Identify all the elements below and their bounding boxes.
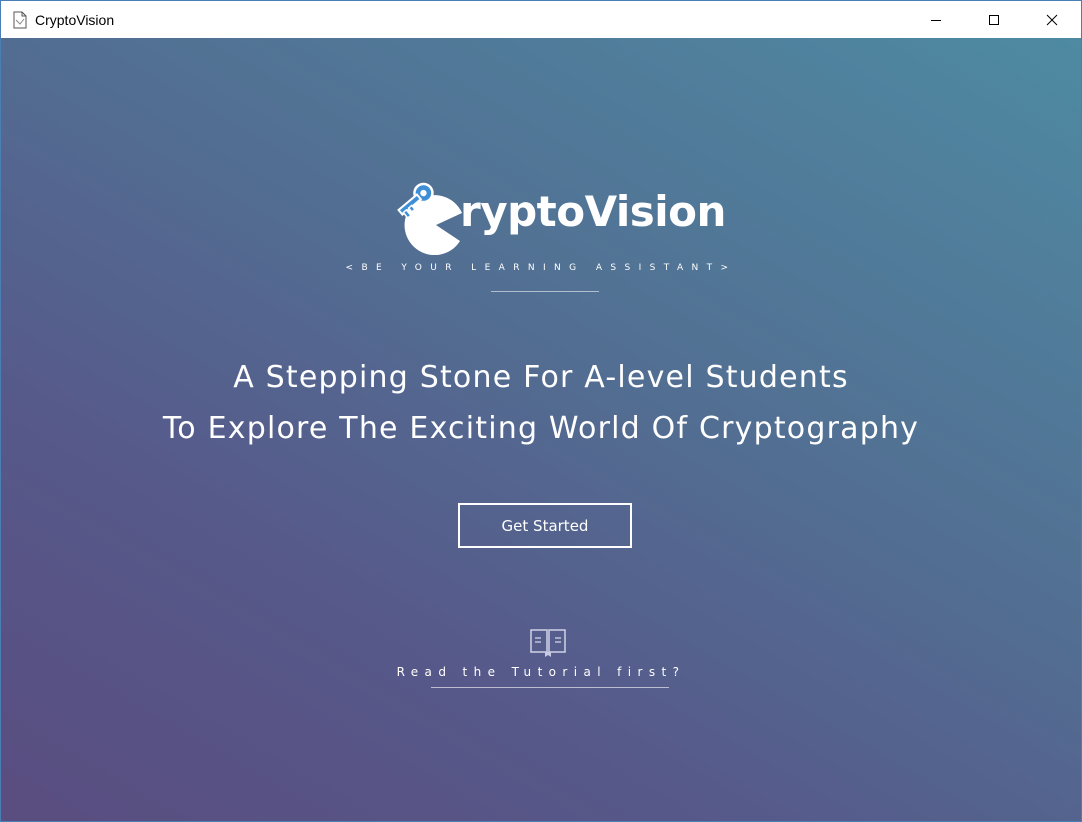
logo-wordmark: ryptoVision	[460, 187, 726, 236]
window-title: CryptoVision	[35, 11, 115, 28]
title-bar[interactable]: CryptoVision	[1, 1, 1081, 38]
minimize-button[interactable]	[907, 1, 965, 38]
app-window: CryptoVision ryptoVision <BE YOUR LEARNI…	[0, 0, 1082, 822]
book-icon[interactable]	[530, 628, 566, 658]
headline-line-2: To Explore The Exciting World Of Cryptog…	[162, 411, 920, 446]
tagline: <BE YOUR LEARNING ASSISTANT>	[345, 263, 737, 273]
headline-line-1: A Stepping Stone For A-level Students	[233, 360, 849, 395]
document-icon	[11, 11, 29, 29]
close-icon	[1046, 14, 1058, 25]
tagline-divider	[491, 291, 599, 292]
main-content: ryptoVision <BE YOUR LEARNING ASSISTANT>…	[1, 38, 1081, 821]
maximize-button[interactable]	[965, 1, 1023, 38]
app-logo: ryptoVision	[396, 173, 726, 255]
minimize-icon	[931, 19, 941, 21]
maximize-icon	[989, 14, 999, 25]
key-chomper-logo	[397, 182, 462, 255]
tutorial-link[interactable]: Read the Tutorial first?	[1, 665, 1081, 679]
get-started-button[interactable]: Get Started	[458, 503, 632, 548]
tutorial-underline	[431, 687, 669, 688]
window-controls	[907, 1, 1081, 38]
close-button[interactable]	[1023, 1, 1081, 38]
